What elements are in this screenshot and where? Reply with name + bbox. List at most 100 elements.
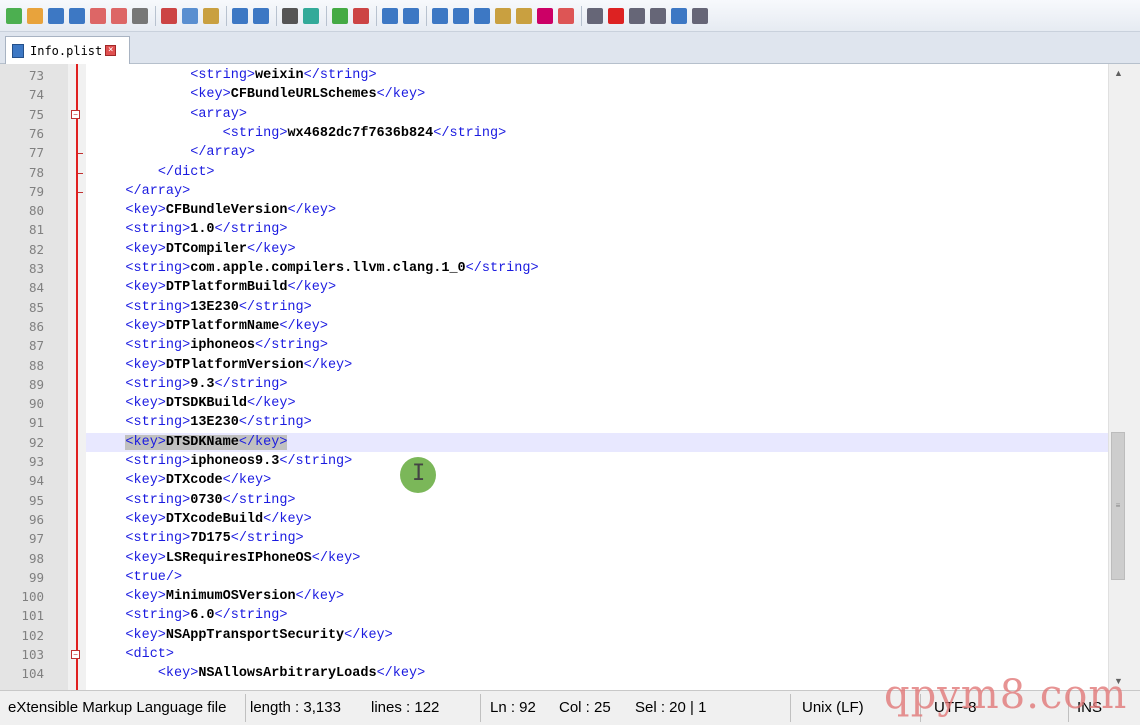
- code-line[interactable]: 89 <string>9.3</string>: [0, 375, 1128, 394]
- show-all-chars-icon[interactable]: [453, 7, 469, 24]
- code-line[interactable]: 74 <key>CFBundleURLSchemes</key>: [0, 85, 1128, 104]
- code-line[interactable]: 73 <string>weixin</string>: [0, 66, 1128, 85]
- tab-label: Info.plist: [30, 43, 103, 58]
- scroll-up-icon[interactable]: ▲: [1109, 64, 1128, 82]
- code-text: <string>weixin</string>: [190, 68, 377, 83]
- code-line[interactable]: 100 <key>MinimumOSVersion</key>: [0, 587, 1128, 606]
- sync-v-icon[interactable]: [382, 7, 398, 24]
- toolbar-separator: [276, 5, 277, 26]
- code-line[interactable]: 76 <string>wx4682dc7f7636b824</string>: [0, 124, 1128, 143]
- code-line[interactable]: 88 <key>DTPlatformVersion</key>: [0, 356, 1128, 375]
- code-line[interactable]: 86 <key>DTPlatformName</key>: [0, 317, 1128, 336]
- save-icon[interactable]: [48, 7, 64, 24]
- line-number: 87: [28, 338, 44, 354]
- run-macro-multiple-icon[interactable]: [671, 7, 687, 24]
- code-text: <key>DTXcode</key>: [125, 473, 272, 489]
- code-line[interactable]: 96 <key>DTXcodeBuild</key>: [0, 510, 1128, 529]
- close-all-icon[interactable]: [111, 7, 127, 24]
- code-line[interactable]: 80 <key>CFBundleVersion</key>: [0, 201, 1128, 220]
- line-number: 101: [21, 608, 44, 624]
- indent-guide-icon[interactable]: [474, 7, 490, 24]
- code-line[interactable]: 101 <string>6.0</string>: [0, 606, 1128, 625]
- monitor-icon[interactable]: [587, 7, 603, 24]
- code-text: <string>wx4682dc7f7636b824</string>: [222, 125, 507, 141]
- paste-icon[interactable]: [203, 7, 219, 24]
- replace-icon[interactable]: [303, 7, 319, 24]
- undo-icon[interactable]: [232, 7, 248, 24]
- line-number: 92: [28, 434, 44, 450]
- close-tab-icon[interactable]: ×: [105, 45, 117, 56]
- save-macro-icon[interactable]: [692, 7, 708, 24]
- record-macro-icon[interactable]: [608, 7, 624, 24]
- sync-h-icon[interactable]: [403, 7, 419, 24]
- play-macro-icon[interactable]: [650, 7, 666, 24]
- cut-icon[interactable]: [161, 7, 177, 24]
- close-icon[interactable]: [90, 7, 106, 24]
- status-lines: lines : 122: [371, 699, 440, 716]
- code-text: <string>9.3</string>: [125, 376, 288, 392]
- copy-icon[interactable]: [182, 7, 198, 24]
- fold-toggle-icon[interactable]: −: [71, 109, 80, 119]
- code-line[interactable]: 75 <array>: [0, 105, 1128, 124]
- doc-map-icon[interactable]: [516, 7, 532, 24]
- code-line[interactable]: 78 </dict>: [0, 163, 1128, 182]
- line-number: 75: [28, 106, 44, 122]
- code-text: <key>NSAppTransportSecurity</key>: [125, 627, 393, 643]
- code-line[interactable]: 102 <key>NSAppTransportSecurity</key>: [0, 626, 1128, 645]
- redo-icon[interactable]: [253, 7, 269, 24]
- code-text: <key>DTPlatformBuild</key>: [125, 280, 337, 296]
- save-all-icon[interactable]: [69, 7, 85, 24]
- code-line[interactable]: 94 <key>DTXcode</key>: [0, 471, 1128, 490]
- fold-toggle-icon[interactable]: −: [71, 650, 80, 659]
- code-line[interactable]: 95 <string>0730</string>: [0, 491, 1128, 510]
- code-line[interactable]: 79 </array>: [0, 182, 1128, 201]
- fold-end-marker: [78, 172, 83, 174]
- code-text: <key>NSAllowsArbitraryLoads</key>: [157, 666, 426, 682]
- line-number: 97: [28, 531, 44, 547]
- function-list-icon[interactable]: [537, 7, 553, 24]
- code-line[interactable]: 97 <string>7D175</string>: [0, 529, 1128, 548]
- status-eol[interactable]: Unix (LF): [802, 699, 864, 716]
- vertical-scrollbar[interactable]: ▲ ≡ ▼: [1108, 64, 1128, 690]
- line-number: 104: [21, 666, 44, 682]
- zoom-out-icon[interactable]: [353, 7, 369, 24]
- code-line[interactable]: 93 <string>iphoneos9.3</string>: [0, 452, 1128, 471]
- code-line[interactable]: 99 <true/>: [0, 568, 1128, 587]
- code-line[interactable]: 83 <string>com.apple.compilers.llvm.clan…: [0, 259, 1128, 278]
- scroll-thumb[interactable]: ≡: [1111, 432, 1125, 580]
- code-line[interactable]: 87 <string>iphoneos</string>: [0, 336, 1128, 355]
- word-wrap-icon[interactable]: [432, 7, 448, 24]
- line-number: 77: [28, 145, 44, 161]
- status-sel: Sel : 20 | 1: [635, 699, 707, 716]
- toolbar-separator: [426, 5, 427, 26]
- code-line[interactable]: 85 <string>13E230</string>: [0, 298, 1128, 317]
- open-file-icon[interactable]: [27, 7, 43, 24]
- code-line[interactable]: 84 <key>DTPlatformBuild</key>: [0, 278, 1128, 297]
- udl-icon[interactable]: [495, 7, 511, 24]
- code-editor[interactable]: 73 <string>weixin</string> 74 <key>CFBund…: [0, 64, 1128, 690]
- code-line[interactable]: 92 <key>DTSDKName</key>: [0, 433, 1128, 452]
- line-number: 73: [28, 68, 44, 83]
- code-line[interactable]: 103 <dict>: [0, 645, 1128, 664]
- code-line[interactable]: 82 <key>DTCompiler</key>: [0, 240, 1128, 259]
- code-line[interactable]: 91 <string>13E230</string>: [0, 413, 1128, 432]
- toolbar-separator: [155, 5, 156, 26]
- line-number: 76: [28, 125, 44, 141]
- code-text: <true/>: [125, 569, 183, 585]
- code-text: <string>13E230</string>: [125, 299, 312, 315]
- line-number: 95: [28, 492, 44, 508]
- tab-info-plist[interactable]: Info.plist ×: [5, 36, 130, 64]
- code-line[interactable]: 98 <key>LSRequiresIPhoneOS</key>: [0, 549, 1128, 568]
- zoom-in-icon[interactable]: [332, 7, 348, 24]
- find-icon[interactable]: [282, 7, 298, 24]
- code-line[interactable]: 77 </array>: [0, 143, 1128, 162]
- code-line[interactable]: 81 <string>1.0</string>: [0, 220, 1128, 239]
- stop-record-icon[interactable]: [629, 7, 645, 24]
- folder-workspace-icon[interactable]: [558, 7, 574, 24]
- code-text: </array>: [190, 145, 256, 161]
- new-file-icon[interactable]: [6, 7, 22, 24]
- code-line[interactable]: 90 <key>DTSDKBuild</key>: [0, 394, 1128, 413]
- line-number: 103: [21, 647, 44, 662]
- print-icon[interactable]: [132, 7, 148, 24]
- tab-bar: Info.plist ×: [0, 32, 1140, 64]
